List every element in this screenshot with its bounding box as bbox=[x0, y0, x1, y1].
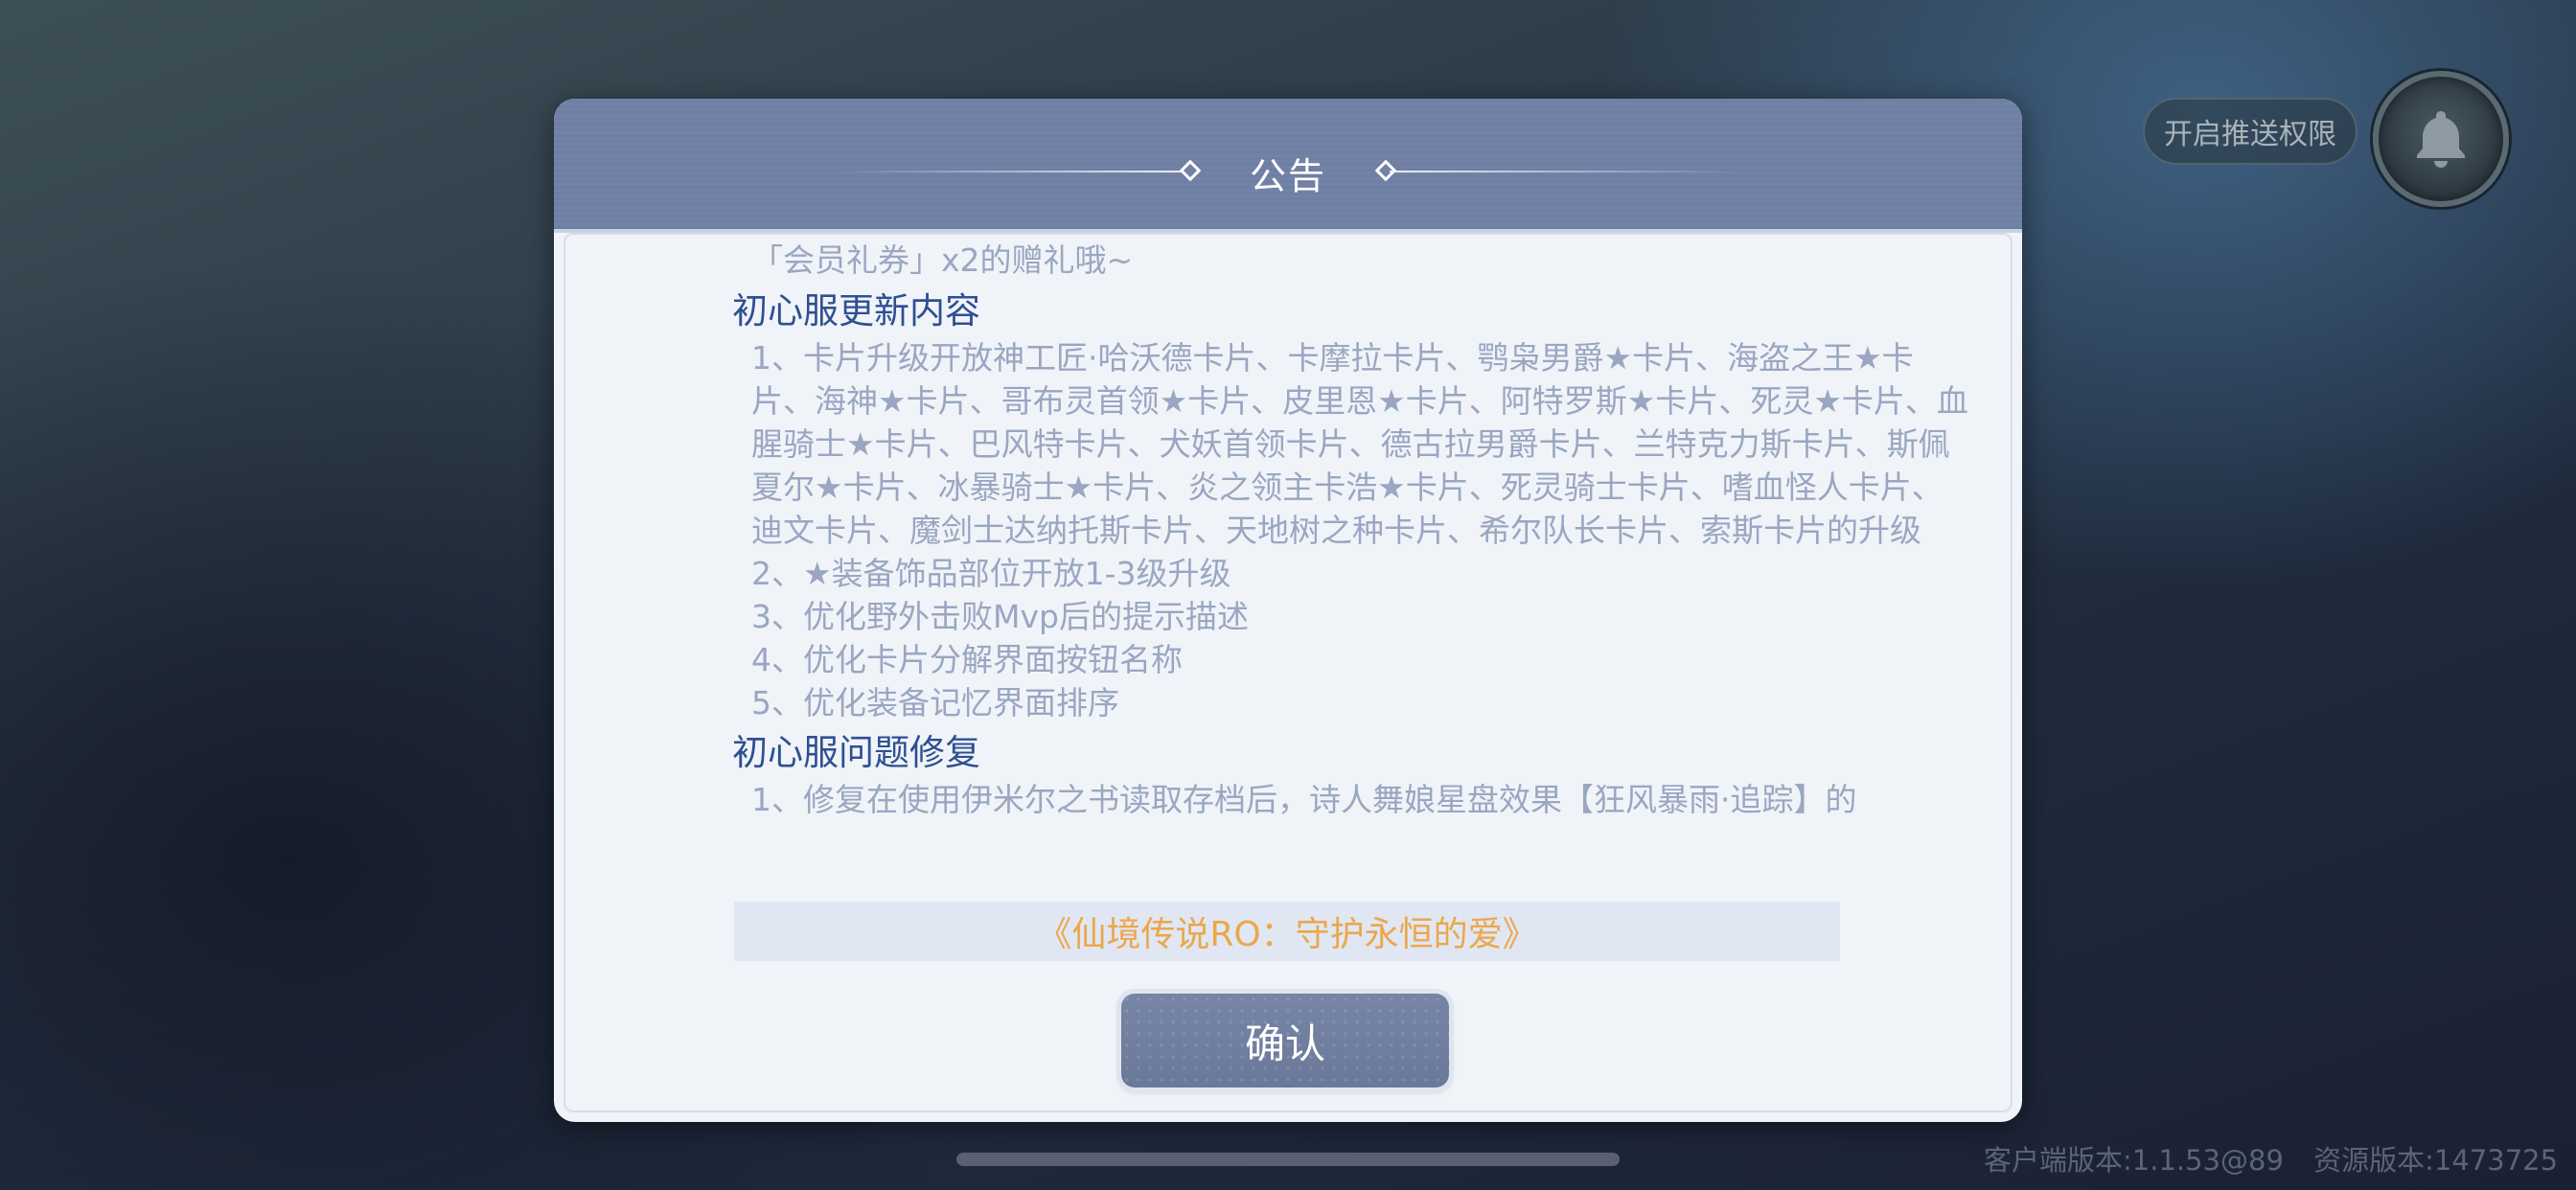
slogan-banner: 《仙境传说RO：守护永恒的爱》 bbox=[734, 902, 1840, 961]
section-title-update: 初心服更新内容 bbox=[732, 290, 980, 332]
bell-icon bbox=[2407, 103, 2474, 174]
notice-line: 1、卡片升级开放神工匠·哈沃德卡片、卡摩拉卡片、鹗枭男爵★卡片、海盗之王★卡片、… bbox=[751, 339, 1968, 549]
confirm-button[interactable]: 确认 bbox=[1121, 994, 1449, 1087]
notice-dialog: 公告 「会员礼券」x2的赠礼哦~ 初心服更新内容 1、卡片升级开放神工匠·哈沃德… bbox=[554, 99, 2022, 1122]
notice-line: 2、★装备饰品部位开放1-3级升级 bbox=[751, 555, 1231, 592]
section-title-fixes: 初心服问题修复 bbox=[732, 732, 980, 773]
resource-version: 资源版本:1473725 bbox=[2313, 1144, 2559, 1177]
version-info: 客户端版本:1.1.53@89 资源版本:1473725 bbox=[1984, 1138, 2558, 1179]
dialog-header: 公告 bbox=[554, 99, 2022, 233]
notice-line: 4、优化卡片分解界面按钮名称 bbox=[751, 641, 1183, 678]
notification-bell-button[interactable] bbox=[2373, 71, 2509, 207]
notice-scroll-area[interactable]: 「会员礼券」x2的赠礼哦~ 初心服更新内容 1、卡片升级开放神工匠·哈沃德卡片、… bbox=[732, 239, 1968, 967]
notice-line: 5、优化装备记忆界面排序 bbox=[751, 684, 1119, 721]
notice-line: 「会员礼券」x2的赠礼哦~ bbox=[751, 241, 1134, 279]
enable-push-permission-button[interactable]: 开启推送权限 bbox=[2143, 98, 2358, 165]
home-indicator[interactable] bbox=[956, 1153, 1620, 1166]
client-version: 客户端版本:1.1.53@89 bbox=[1984, 1144, 2284, 1177]
title-ornament-line-right bbox=[1390, 171, 1735, 172]
dialog-title: 公告 bbox=[1249, 155, 1326, 197]
notice-line: 3、优化野外击败Mvp后的提示描述 bbox=[751, 598, 1249, 635]
notice-line: 1、修复在使用伊米尔之书读取存档后，诗人舞娘星盘效果【狂风暴雨·追踪】的 bbox=[751, 781, 1857, 818]
